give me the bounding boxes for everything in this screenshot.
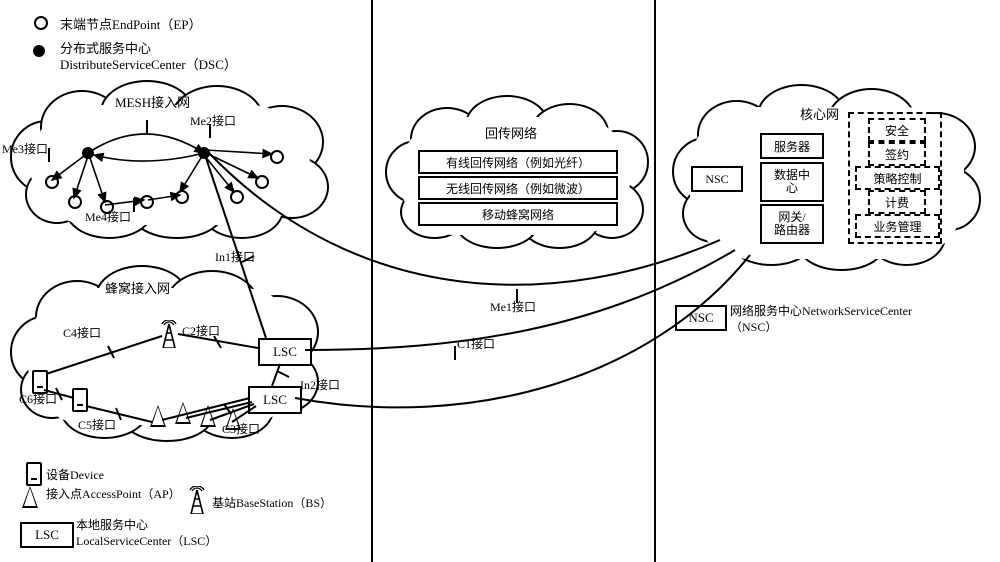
cloud-mesh-title: MESH接入网 [115,92,190,111]
lsc-box-1: LSC [258,338,312,366]
label-me4: Me4接口 [85,208,131,225]
core-nsc: NSC [691,166,743,192]
mesh-ep-2 [68,195,82,209]
cellular-ap-3 [200,405,216,427]
lsc-box-2: LSC [248,386,302,414]
cellular-bs [160,320,178,348]
mesh-dsc-2 [198,147,210,159]
legend-nsc-text2: （NSC） [730,318,777,335]
lsc1-text: LSC [273,344,297,360]
cloud-core-title: 核心网 [800,104,839,123]
legend-dsc-text2: DistributeServiceCenter（DSC） [60,54,237,73]
cloud-backhaul-title: 回传网络 [485,123,537,142]
label-in2: In2接口 [300,376,340,393]
label-me3: Me3接口 [2,140,48,157]
core-datacenter: 数据中心 [760,162,824,202]
label-c1: C1接口 [457,335,495,352]
legend-lsc-text2: LocalServiceCenter（LSC） [76,532,217,549]
cellular-device-2 [72,388,88,412]
lsc2-text: LSC [263,392,287,408]
label-c6: C6接口 [19,390,57,407]
legend-ep-icon [34,16,48,30]
cellular-ap-1 [150,405,166,427]
label-c5: C5接口 [78,416,116,433]
legend-lsc-box: LSC [20,522,74,548]
core-server: 服务器 [760,133,824,159]
legend-nsc-text1: 网络服务中心NetworkServiceCenter [730,302,912,319]
legend-dsc-icon [33,45,45,57]
backhaul-wireless: 无线回传网络（例如微波） [418,176,618,200]
cloud-cellular-title: 蜂窝接入网 [105,278,170,297]
mesh-ep-6 [230,190,244,204]
legend-lsc-text1: 本地服务中心 [76,516,148,533]
cellular-ap-2 [175,402,191,424]
label-in1: In1接口 [215,248,255,265]
legend-ep-text: 末端节点EndPoint（EP） [60,14,202,33]
legend-ap-text: 接入点AccessPoint（AP） [46,488,196,501]
backhaul-mobile: 移动蜂窝网络 [418,202,618,226]
legend-bs-text: 基站BaseStation（BS） [212,494,332,511]
core-dashed-group [848,112,942,244]
core-gateway: 网关/路由器 [760,204,824,244]
label-c2: C2接口 [182,322,220,339]
label-me2: Me2接口 [190,112,236,129]
mesh-ep-7 [255,175,269,189]
diagram-stage: { "legend": { "ep": "末端节点EndPoint（EP）", … [0,0,1000,562]
divider-right [654,0,656,562]
legend-ap-icon [22,486,38,508]
backhaul-wired: 有线回传网络（例如光纤） [418,150,618,174]
label-me1: Me1接口 [490,298,536,315]
legend-device-icon [26,462,42,486]
label-c4: C4接口 [63,324,101,341]
divider-left [371,0,373,562]
legend-nsc-box: NSC [675,305,727,331]
legend-bs-icon [188,486,206,514]
legend-device-text: 设备Device [46,466,104,483]
mesh-ep-8 [270,150,284,164]
mesh-ep-1 [45,175,59,189]
mesh-ep-5 [175,190,189,204]
mesh-ep-4 [140,195,154,209]
mesh-dsc-1 [82,147,94,159]
label-c3: C3接口 [222,420,260,437]
